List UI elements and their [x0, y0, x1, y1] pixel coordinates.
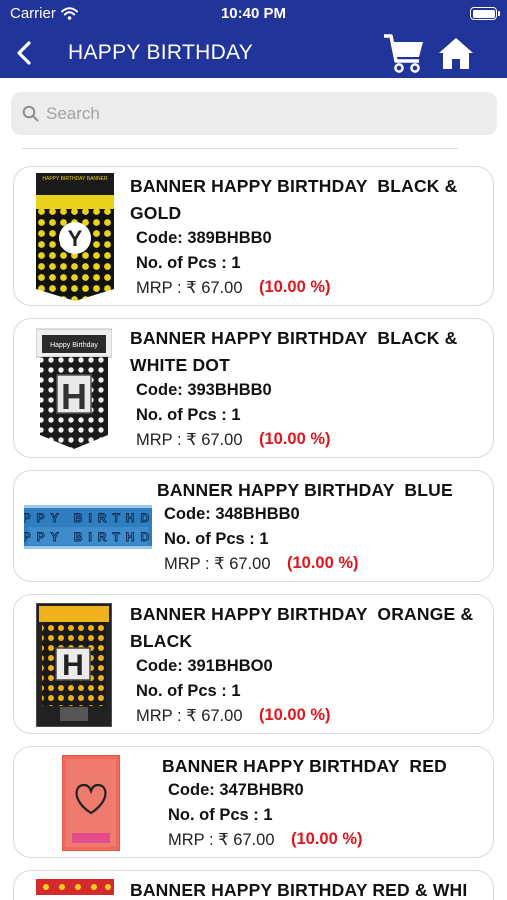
page-title: HAPPY BIRTHDAY — [68, 41, 254, 64]
product-pieces: No. of Pcs : 1 — [168, 806, 273, 824]
thumb-text: HAPPY BIRTHDAY — [24, 530, 152, 544]
product-image: HAPPY BIRTHDAY HAPPY BIRTHDAY — [24, 505, 152, 549]
search-bar[interactable] — [11, 92, 497, 135]
battery-icon — [470, 7, 500, 20]
nav-bar: HAPPY BIRTHDAY — [0, 28, 507, 78]
thumb-text: Happy Birthday — [50, 342, 98, 349]
product-name: BANNER HAPPY BIRTHDAY RED — [162, 756, 447, 776]
status-time: 10:40 PM — [220, 5, 287, 22]
product-mrp: MRP : ₹ 67.00 — [164, 555, 271, 573]
product-mrp: MRP : ₹ 67.00 — [168, 831, 275, 849]
product-code: Code: 389BHBB0 — [136, 229, 272, 247]
product-discount: (10.00 %) — [259, 706, 331, 724]
product-code: Code: 391BHBO0 — [136, 657, 273, 675]
product-image: Happy Birthday H — [36, 328, 112, 449]
search-icon — [22, 105, 39, 122]
product-pieces: No. of Pcs : 1 — [164, 530, 269, 548]
product-mrp: MRP : ₹ 67.00 — [136, 431, 243, 449]
thumb-letter: H — [62, 649, 84, 682]
thumb-letter: Y — [68, 226, 83, 251]
product-discount: (10.00 %) — [259, 430, 331, 448]
chevron-left-icon[interactable] — [12, 38, 38, 68]
product-name: BANNER HAPPY BIRTHDAY BLACK & GOLD — [130, 176, 458, 223]
product-card[interactable]: HAPPY BIRTHDAY BANNER Y BANNER HAPPY BIR… — [13, 166, 494, 306]
divider — [22, 148, 458, 149]
product-mrp: MRP : ₹ 67.00 — [136, 279, 243, 297]
thumb-text: HAPPY BIRTHDAY BANNER — [42, 176, 108, 182]
product-mrp: MRP : ₹ 67.00 — [136, 707, 243, 725]
cart-icon[interactable] — [383, 31, 425, 75]
product-code: Code: 348BHBB0 — [164, 505, 300, 523]
home-icon[interactable] — [438, 36, 474, 70]
status-bar: Carrier 10:40 PM — [0, 0, 507, 28]
product-card[interactable]: H BANNER HAPPY BIRTHDAY ORANGE & BLACK C… — [13, 594, 494, 734]
product-code: Code: 347BHBR0 — [168, 781, 304, 799]
product-card[interactable]: Happy Birthday H BANNER HAPPY BIRTHDAY B… — [13, 318, 494, 458]
product-card[interactable]: HAPPY BIRTHDAY HAPPY BIRTHDAY BANNER HAP… — [13, 470, 494, 582]
thumb-text: HAPPY BIRTHDAY — [24, 511, 152, 525]
product-card[interactable]: BANNER HAPPY BIRTHDAY RED & WHI — [13, 870, 494, 900]
product-pieces: No. of Pcs : 1 — [136, 682, 241, 700]
product-discount: (10.00 %) — [259, 278, 331, 296]
product-name: BANNER HAPPY BIRTHDAY RED & WHI — [130, 880, 468, 900]
product-discount: (10.00 %) — [291, 830, 363, 848]
thumb-letter: H — [61, 376, 87, 417]
product-card[interactable]: BANNER HAPPY BIRTHDAY RED Code: 347BHBR0… — [13, 746, 494, 858]
product-pieces: No. of Pcs : 1 — [136, 406, 241, 424]
product-name: BANNER HAPPY BIRTHDAY ORANGE & BLACK — [130, 604, 474, 651]
product-image: H — [36, 603, 112, 727]
product-name: BANNER HAPPY BIRTHDAY BLACK & WHITE DOT — [130, 328, 458, 375]
product-image — [36, 879, 114, 900]
product-code: Code: 393BHBB0 — [136, 381, 272, 399]
product-pieces: No. of Pcs : 1 — [136, 254, 241, 272]
product-image — [62, 755, 120, 851]
search-input[interactable] — [46, 103, 476, 124]
product-image: HAPPY BIRTHDAY BANNER Y — [36, 173, 114, 301]
product-discount: (10.00 %) — [287, 554, 359, 572]
product-name: BANNER HAPPY BIRTHDAY BLUE — [157, 480, 453, 500]
